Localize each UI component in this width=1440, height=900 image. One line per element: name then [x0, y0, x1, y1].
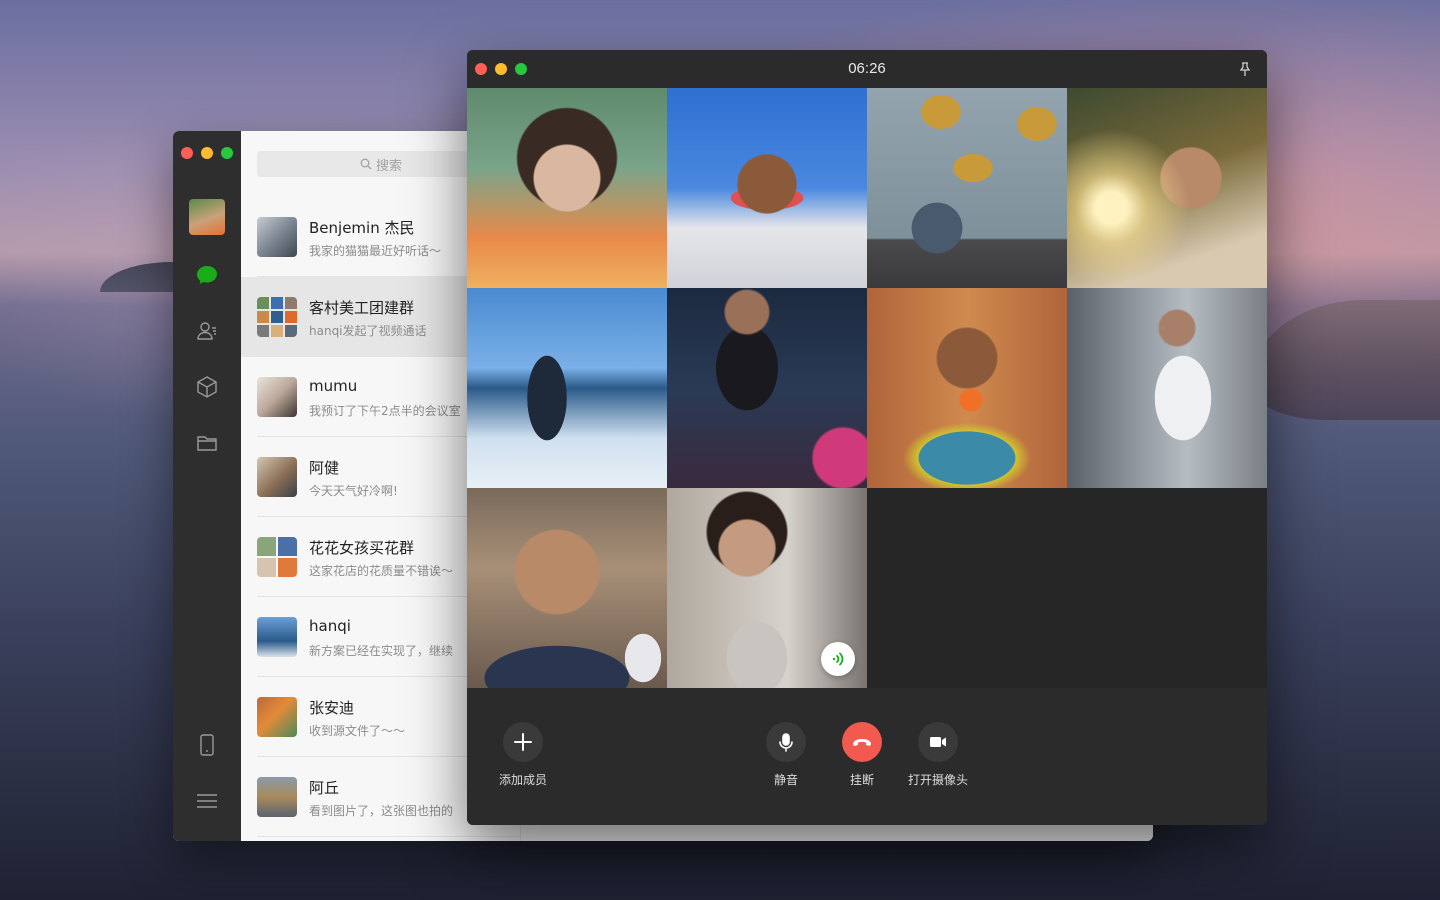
speaking-icon	[832, 652, 844, 666]
menu-icon[interactable]	[195, 789, 219, 813]
chat-preview: 今天天气好冷啊!	[309, 484, 398, 498]
search-icon	[360, 158, 372, 170]
hangup-button[interactable]	[842, 722, 882, 762]
participant-video[interactable]	[667, 488, 867, 688]
plus-icon	[514, 733, 532, 751]
avatar	[257, 777, 297, 817]
camera-button[interactable]	[918, 722, 958, 762]
minimize-button[interactable]	[201, 147, 213, 159]
microphone-icon	[779, 733, 793, 752]
avatar	[257, 297, 297, 337]
background-cliff	[1250, 300, 1440, 420]
zoom-button[interactable]	[221, 147, 233, 159]
close-button[interactable]	[181, 147, 193, 159]
avatar	[257, 457, 297, 497]
avatar	[257, 377, 297, 417]
video-grid	[467, 88, 1267, 688]
participant-video[interactable]	[467, 288, 667, 488]
chat-name: 花花女孩买花群	[309, 539, 415, 557]
chat-preview: 收到源文件了～～	[309, 724, 406, 738]
add-member-control: 添加成员	[478, 722, 568, 788]
chat-name: mumu	[309, 377, 358, 395]
participant-video[interactable]	[867, 288, 1067, 488]
my-avatar[interactable]	[189, 199, 225, 235]
chat-name: hanqi	[309, 617, 351, 635]
mute-button[interactable]	[766, 722, 806, 762]
participant-video[interactable]	[1067, 288, 1267, 488]
camera-label: 打开摄像头	[907, 773, 968, 787]
speaking-indicator	[821, 642, 855, 676]
contacts-icon[interactable]	[195, 319, 219, 343]
chat-name: 客村美工团建群	[309, 299, 415, 317]
camera-control: 打开摄像头	[893, 722, 983, 788]
phone-icon[interactable]	[195, 733, 219, 757]
chat-preview: 我家的猫猫最近好听话～	[309, 244, 442, 258]
participant-video[interactable]	[667, 88, 867, 288]
chat-preview: 这家花店的花质量不错诶～	[309, 564, 454, 578]
add-member-button[interactable]	[503, 722, 543, 762]
chat-name: Benjemin 杰民	[309, 219, 415, 237]
video-camera-icon	[930, 737, 946, 747]
folder-icon[interactable]	[195, 431, 219, 455]
chat-name: 阿丘	[309, 779, 340, 797]
sidebar	[173, 131, 241, 841]
avatar	[257, 697, 297, 737]
chat-preview: 我预订了下午2点半的会议室	[309, 404, 461, 418]
window-controls	[181, 147, 233, 159]
chat-name: 张安迪	[309, 699, 355, 717]
chat-preview: hanqi发起了视频通话	[309, 324, 427, 338]
avatar	[257, 217, 297, 257]
avatar	[257, 617, 297, 657]
chat-preview: 看到图片了，这张图也拍的	[309, 804, 454, 818]
participant-video[interactable]	[667, 288, 867, 488]
video-call-window: 06:26 添加成员 静音 挂断 打开摄像头	[467, 50, 1267, 825]
hangup-icon	[853, 739, 871, 746]
participant-video[interactable]	[467, 88, 667, 288]
chat-icon[interactable]	[195, 263, 219, 287]
avatar	[257, 537, 297, 577]
chat-name: 阿健	[309, 459, 340, 477]
call-controls: 添加成员 静音 挂断 打开摄像头	[467, 688, 1267, 825]
search-placeholder: 搜索	[375, 158, 402, 174]
pin-icon[interactable]	[1237, 61, 1253, 77]
call-titlebar: 06:26	[467, 50, 1267, 88]
call-timer: 06:26	[848, 60, 886, 77]
box-icon[interactable]	[195, 375, 219, 399]
chat-preview: 新方案已经在实现了，继续	[309, 644, 454, 658]
participant-video[interactable]	[1067, 88, 1267, 288]
add-member-label: 添加成员	[498, 773, 547, 787]
participant-video[interactable]	[867, 88, 1067, 288]
participant-video[interactable]	[467, 488, 667, 688]
